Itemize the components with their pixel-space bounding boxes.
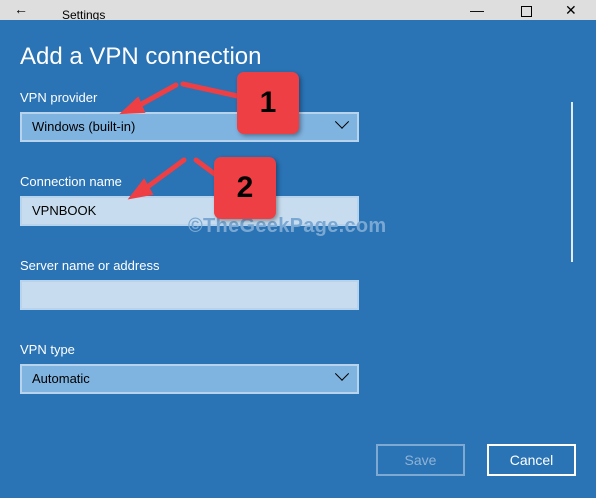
server-label: Server name or address (20, 258, 160, 273)
chevron-down-icon (334, 366, 350, 381)
close-icon[interactable]: ✕ (565, 2, 577, 19)
scrollbar[interactable] (571, 102, 573, 262)
chevron-down-icon (334, 114, 350, 129)
vpn-type-value: Automatic (32, 371, 90, 386)
vpn-provider-value: Windows (built-in) (32, 119, 136, 134)
vpn-provider-select[interactable]: Windows (built-in) (20, 112, 359, 142)
server-input[interactable] (20, 280, 359, 310)
connection-name-value: VPNBOOK (32, 203, 97, 218)
callout-badge-2: 2 (214, 157, 276, 219)
save-button[interactable]: Save (376, 444, 465, 476)
callout-badge-1: 1 (237, 72, 299, 134)
vpn-type-label: VPN type (20, 342, 75, 357)
title-bar: ← Settings — ✕ (0, 0, 596, 21)
connection-name-label: Connection name (20, 174, 122, 189)
dialog-heading: Add a VPN connection (20, 43, 262, 70)
vpn-type-select[interactable]: Automatic (20, 364, 359, 394)
vpn-provider-label: VPN provider (20, 90, 98, 105)
cancel-button[interactable]: Cancel (487, 444, 576, 476)
back-arrow-icon[interactable]: ← (14, 1, 28, 17)
minimize-icon[interactable]: — (470, 2, 484, 18)
maximize-icon[interactable] (521, 6, 532, 17)
